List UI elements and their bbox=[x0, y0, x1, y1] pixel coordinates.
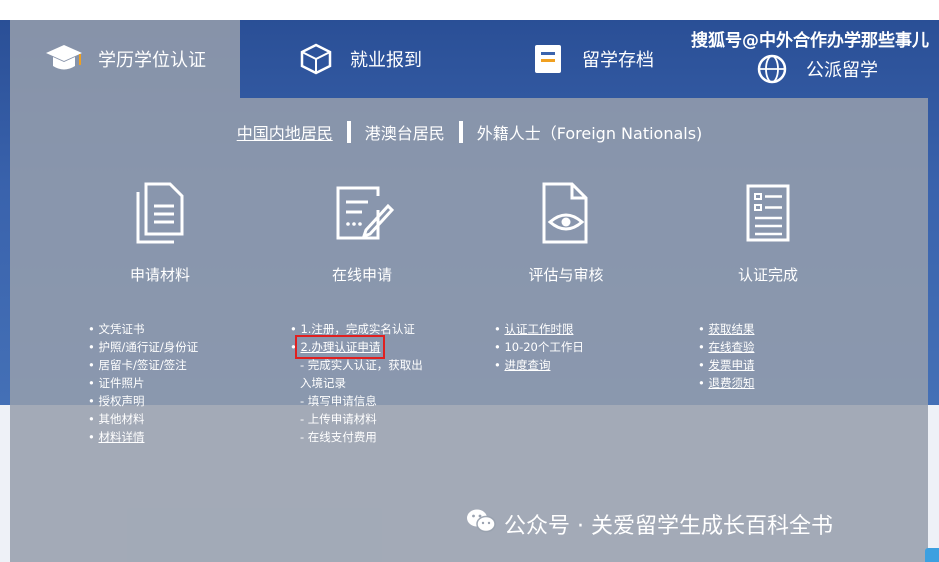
wechat-watermark: 公众号 · 关爱留学生成长百科全书 bbox=[466, 508, 833, 540]
link-hk-macao-tw-residents[interactable]: 港澳台居民 bbox=[365, 120, 445, 144]
refund-notice-link[interactable]: 退费须知 bbox=[708, 376, 754, 390]
graduation-cap-icon bbox=[44, 39, 84, 79]
apply-verification-link[interactable]: 2.办理认证申请 bbox=[295, 335, 386, 359]
list-item: • 其他材料 bbox=[88, 412, 145, 426]
material-details-link[interactable]: 材料详情 bbox=[98, 430, 144, 444]
step-label: 认证完成 bbox=[737, 266, 798, 284]
progress-query-link[interactable]: 进度查询 bbox=[504, 358, 550, 372]
list-item: • 护照/通行证/身份证 bbox=[88, 340, 199, 354]
step-label: 申请材料 bbox=[129, 266, 190, 284]
step-online-application: 在线申请 bbox=[272, 180, 452, 285]
online-check-link[interactable]: 在线查验 bbox=[708, 340, 754, 354]
edit-form-icon bbox=[272, 180, 452, 246]
link-mainland-residents[interactable]: 中国内地居民 bbox=[237, 120, 333, 144]
online-application-list: • 1.注册，完成实名认证 • 2.办理认证申请 - 完成实人认证，获取出 入境… bbox=[290, 320, 423, 446]
processing-time-link[interactable]: 认证工作时限 bbox=[504, 322, 573, 336]
invoice-request-link[interactable]: 发票申请 bbox=[708, 358, 754, 372]
list-item: • 居留卡/签证/签注 bbox=[88, 358, 187, 372]
list-item: • 退费须知 bbox=[698, 376, 755, 390]
tab-degree-verification[interactable]: 学历学位认证 bbox=[10, 20, 240, 98]
corner-badge-icon bbox=[925, 548, 939, 562]
list-item: • 证件照片 bbox=[88, 376, 145, 390]
divider bbox=[346, 121, 351, 143]
list-item: • 材料详情 bbox=[88, 430, 145, 444]
box-icon bbox=[296, 39, 336, 79]
list-item: • 在线查验 bbox=[698, 340, 755, 354]
globe-icon bbox=[752, 49, 792, 89]
step-review: 评估与审核 bbox=[476, 180, 656, 285]
list-item: • 获取结果 bbox=[698, 322, 755, 336]
tab-label: 留学存档 bbox=[582, 50, 654, 71]
step-complete: 认证完成 bbox=[678, 180, 858, 285]
list-item: - 填写申请信息 bbox=[300, 394, 377, 408]
tab-label: 就业报到 bbox=[350, 50, 422, 71]
tab-label: 公派留学 bbox=[806, 60, 878, 81]
list-item: • 10-20个工作日 bbox=[494, 340, 584, 354]
review-list: • 认证工作时限 • 10-20个工作日 • 进度查询 bbox=[494, 320, 584, 374]
residency-selector: 中国内地居民 港澳台居民 外籍人士（Foreign Nationals) bbox=[0, 120, 939, 144]
archive-icon bbox=[528, 39, 568, 79]
tab-employment-report[interactable]: 就业报到 bbox=[296, 20, 422, 98]
list-item: • 授权声明 bbox=[88, 394, 145, 408]
list-item: 入境记录 bbox=[300, 376, 346, 390]
materials-list: • 文凭证书 • 护照/通行证/身份证 • 居留卡/签证/签注 • 证件照片 •… bbox=[88, 320, 198, 446]
divider bbox=[458, 121, 463, 143]
tab-study-abroad-archive[interactable]: 留学存档 bbox=[528, 20, 654, 98]
list-item: • 1.注册，完成实名认证 bbox=[290, 322, 415, 336]
wechat-icon bbox=[466, 508, 496, 540]
documents-icon bbox=[70, 180, 250, 246]
sohu-watermark: 搜狐号@中外合作办学那些事儿 bbox=[691, 31, 929, 51]
list-item: - 完成实人认证，获取出 bbox=[300, 358, 423, 372]
tab-label: 学历学位认证 bbox=[98, 50, 206, 71]
wechat-watermark-text: 公众号 · 关爱留学生成长百科全书 bbox=[504, 514, 833, 539]
checklist-icon bbox=[678, 180, 858, 246]
list-item: • 文凭证书 bbox=[88, 322, 145, 336]
review-eye-icon bbox=[476, 180, 656, 246]
list-item: - 在线支付费用 bbox=[300, 430, 377, 444]
step-label: 在线申请 bbox=[331, 266, 392, 284]
step-materials: 申请材料 bbox=[70, 180, 250, 285]
list-item: • 进度查询 bbox=[494, 358, 551, 372]
list-item: • 认证工作时限 bbox=[494, 322, 574, 336]
list-item: • 发票申请 bbox=[698, 358, 755, 372]
link-foreign-nationals[interactable]: 外籍人士（Foreign Nationals) bbox=[477, 120, 703, 144]
list-item: • 2.办理认证申请 bbox=[290, 335, 386, 359]
step-label: 评估与审核 bbox=[528, 266, 604, 284]
list-item: - 上传申请材料 bbox=[300, 412, 377, 426]
complete-list: • 获取结果 • 在线查验 • 发票申请 • 退费须知 bbox=[698, 320, 754, 392]
get-result-link[interactable]: 获取结果 bbox=[708, 322, 754, 336]
